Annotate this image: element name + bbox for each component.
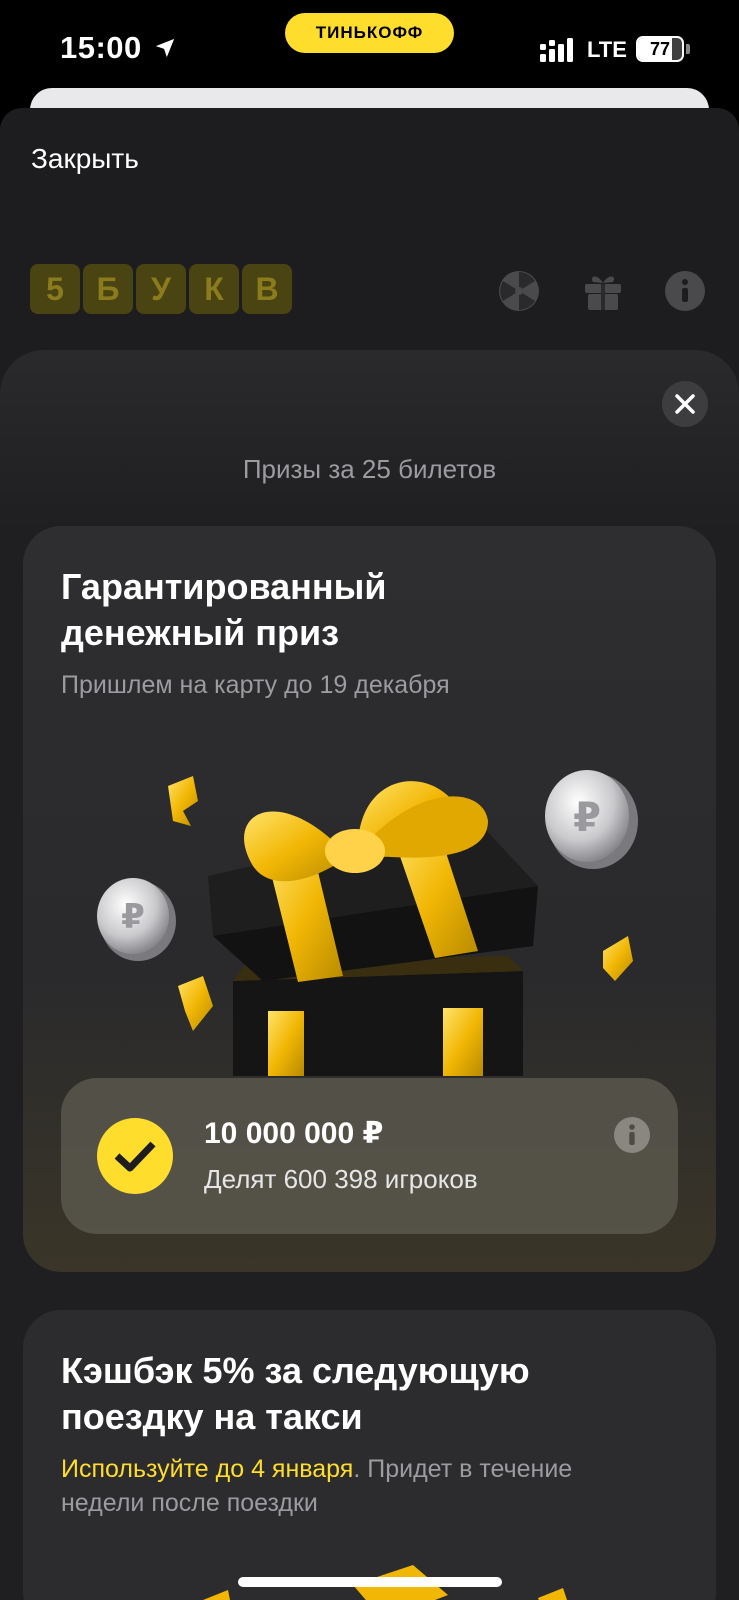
logo-letter: В <box>242 264 292 314</box>
battery-icon: 77 <box>636 36 684 62</box>
wheel-icon[interactable] <box>498 270 540 312</box>
signal-icon <box>540 38 573 62</box>
card-subtitle: Пришлем на карту до 19 декабря <box>61 671 450 699</box>
card-subtitle-line2: недели после поездки <box>61 1489 318 1517</box>
network-type: LTE <box>587 37 627 62</box>
info-icon[interactable] <box>613 1116 651 1154</box>
card-title-line1: Гарантированный <box>61 566 387 607</box>
modal-title: Призы за 25 билетов <box>242 454 497 484</box>
info-icon[interactable] <box>664 270 706 312</box>
logo-letter: У <box>136 264 186 314</box>
prize-share: Делят 600 398 игроков <box>204 1164 478 1194</box>
card-title-line2: поездку на такси <box>61 1396 363 1437</box>
status-time: 15:00 <box>60 30 142 65</box>
prize-amount: 10 000 000 ₽ <box>204 1117 384 1150</box>
prize-info-box[interactable]: 10 000 000 ₽ Делят 600 398 игроков <box>61 1078 678 1234</box>
bank-badge[interactable]: ТИНЬКОФФ <box>285 13 454 53</box>
logo-letter: 5 <box>30 264 80 314</box>
logo-letter: К <box>189 264 239 314</box>
close-icon <box>675 394 695 414</box>
close-button[interactable]: Закрыть <box>31 143 139 175</box>
subtitle-rest: . Придет в течение <box>353 1455 573 1483</box>
check-icon <box>97 1118 173 1194</box>
battery-level: 77 <box>649 39 671 59</box>
svg-text:₽: ₽ <box>121 897 145 937</box>
prize-card-money: Гарантированный денежный приз Пришлем на… <box>23 526 716 1272</box>
taxi-illustration <box>203 1565 567 1600</box>
status-bar: 15:00 ТИНЬКОФФ LTE 77 <box>0 0 739 100</box>
gift-icon[interactable] <box>582 270 624 312</box>
modal-close-button[interactable] <box>662 381 708 427</box>
svg-text:₽: ₽ <box>573 795 601 841</box>
home-indicator[interactable] <box>238 1577 502 1587</box>
card-title-line1: Кэшбэк 5% за следующую <box>61 1350 530 1391</box>
battery-tip <box>686 44 690 54</box>
card-subtitle-line1: Используйте до 4 января. Придет в течени… <box>61 1452 572 1486</box>
game-logo: 5 Б У К В <box>30 264 292 314</box>
deadline-highlight: Используйте до 4 января <box>61 1455 354 1483</box>
location-arrow-icon <box>155 38 175 58</box>
gift-box-illustration: ₽ ₽ <box>97 770 638 1076</box>
logo-letter: Б <box>83 264 133 314</box>
card-title-line2: денежный приз <box>61 612 340 653</box>
prize-card-cashback: Кэшбэк 5% за следующую поездку на такси … <box>23 1310 716 1600</box>
